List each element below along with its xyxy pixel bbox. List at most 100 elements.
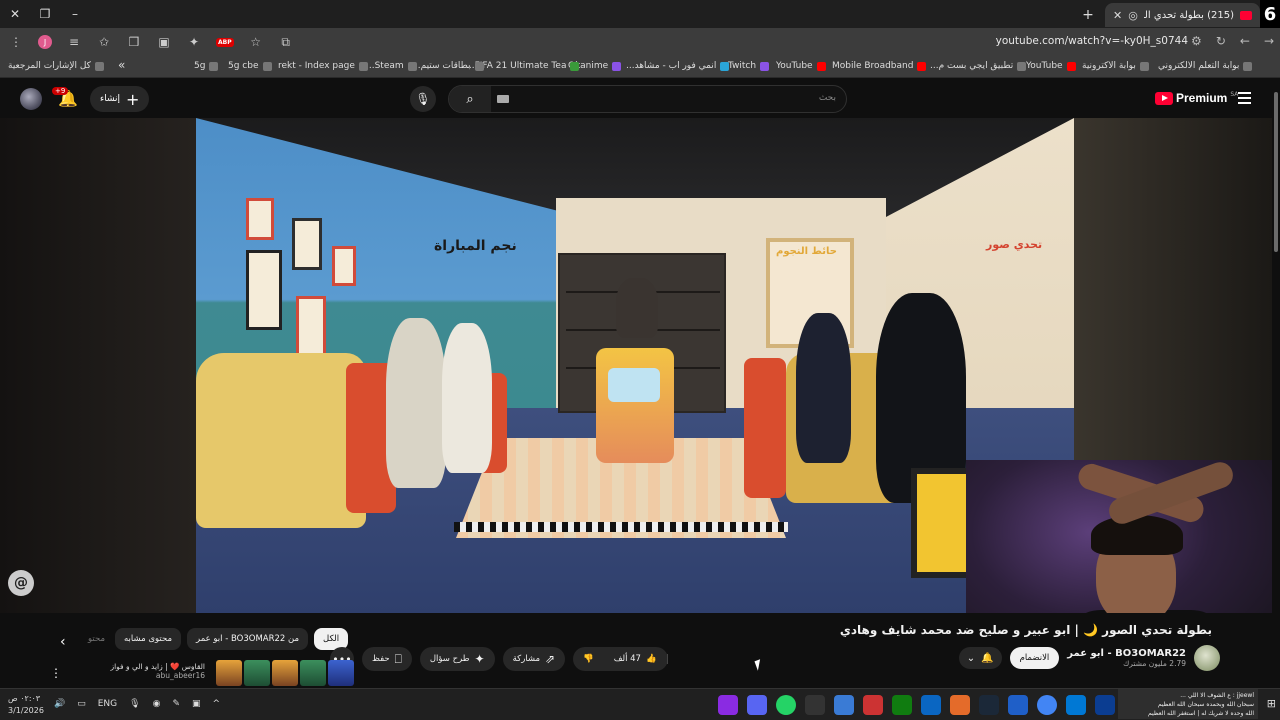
profile-extension-icon[interactable]: J [38, 35, 52, 49]
share-button[interactable]: ⇗ مشاركة [502, 647, 566, 671]
chips-prev-arrow-icon[interactable]: ‹ [60, 634, 66, 650]
app-icon[interactable] [718, 695, 738, 715]
create-button[interactable]: إنشاء + [90, 86, 150, 112]
plus-icon: + [126, 89, 140, 109]
keyboard-icon[interactable] [497, 95, 509, 103]
channel-name[interactable]: BO3OMAR22 - ابو عمر [1067, 648, 1186, 659]
discord-icon[interactable] [747, 695, 767, 715]
bookmark-item[interactable]: تطبيق ايجي بست م... [930, 61, 1027, 71]
new-tab-button[interactable]: + [1077, 7, 1099, 23]
language-indicator[interactable]: ENG [98, 699, 117, 709]
bookmark-icon [720, 61, 730, 71]
bookmark-star-icon[interactable]: ☆ [248, 35, 264, 49]
whatsapp-icon[interactable] [776, 695, 796, 715]
bookmark-item[interactable]: rekt - Index page [278, 61, 368, 71]
app-icon[interactable] [863, 695, 883, 715]
menu-kebab-icon[interactable]: ⋮ [8, 35, 24, 49]
chevron-down-icon: ⌄ [966, 652, 976, 664]
playlist-thumbnail[interactable] [300, 660, 326, 686]
bookmark-item[interactable]: انمي فور اب - مشاهد... [626, 61, 730, 71]
volume-icon[interactable]: 🔊 [54, 699, 65, 709]
dislike-button[interactable]: 👎 [573, 654, 604, 664]
extensions-icon[interactable]: ❒ [126, 35, 142, 49]
guide-menu-icon[interactable] [1238, 92, 1251, 107]
bookmark-item[interactable]: Steam... [366, 61, 417, 71]
search-input[interactable]: بحث [819, 93, 836, 103]
reading-list-icon[interactable]: ≡ [66, 35, 82, 49]
channel-avatar[interactable] [1194, 645, 1220, 671]
page-scrollbar[interactable] [1272, 80, 1280, 680]
account-avatar[interactable] [20, 88, 42, 110]
bookmark-item[interactable]: YouTube [776, 61, 826, 71]
save-button[interactable]: ⎕ حفظ [362, 647, 412, 671]
back-icon[interactable]: → [1264, 34, 1274, 48]
record-icon[interactable]: ◉ [153, 699, 161, 709]
chip-similar[interactable]: محتوى مشابه [115, 628, 181, 650]
tray-overflow-chevron-icon[interactable]: ^ [213, 699, 221, 709]
voice-search-mic-icon[interactable]: 🎙 [410, 86, 436, 112]
cast-icon[interactable]: ⧉ [278, 35, 294, 50]
scrollbar-thumb[interactable] [1274, 92, 1278, 252]
microphone-icon[interactable]: 🎙 [129, 699, 140, 709]
bookmark-item[interactable]: 5g [194, 61, 219, 71]
start-search-icon[interactable]: ⊞ [1267, 697, 1276, 710]
video-player[interactable]: نجم المباراة حائط النجوم تحدي صور [0, 118, 1272, 613]
chip-more[interactable]: محتو [84, 628, 109, 650]
xbox-icon[interactable] [892, 695, 912, 715]
like-button[interactable]: 👍 47 ألف [604, 654, 668, 664]
bookmark-item[interactable]: YouTube [1026, 61, 1076, 71]
wall-poster [246, 198, 274, 240]
youtube-premium-logo[interactable]: Premium SA [1155, 91, 1238, 105]
playlist-thumbnail[interactable] [272, 660, 298, 686]
search-box[interactable]: ⌕ بحث [448, 85, 847, 113]
steam-icon[interactable] [979, 695, 999, 715]
subscribed-button[interactable]: 🔔 ⌄ [958, 647, 1002, 669]
bookmark-item[interactable]: 5g cbe [228, 61, 272, 71]
bookmark-item[interactable]: بوابة التعلم الالكتروني [1158, 61, 1253, 71]
channel-watermark-icon[interactable]: @ [8, 570, 34, 596]
playlist-thumbnail[interactable] [216, 660, 242, 686]
favorites-icon[interactable]: ✩ [96, 35, 112, 49]
app-icon[interactable] [1008, 695, 1028, 715]
bookmark-item[interactable]: بطاقات ستيم... [412, 61, 484, 71]
active-tab[interactable]: (215) بطولة تحدي الصور 🌙 ◎ ✕ [1105, 3, 1260, 27]
join-button[interactable]: الانضمام [1009, 647, 1060, 669]
playlist-thumbnails[interactable] [216, 660, 354, 686]
app-icon[interactable] [805, 695, 825, 715]
bookmark-item[interactable]: Mobile Broadband [832, 61, 927, 71]
app-icon[interactable] [921, 695, 941, 715]
all-bookmarks-folder[interactable]: كل الإشارات المرجعية [8, 61, 104, 71]
audio-icon[interactable]: ◎ [1128, 9, 1138, 22]
bookmark-item[interactable]: بوابة الاكترونية [1082, 61, 1149, 71]
playlist-thumbnail[interactable] [244, 660, 270, 686]
search-icon[interactable]: ⌕ [449, 86, 491, 112]
app-icon[interactable] [950, 695, 970, 715]
adblock-extension-icon[interactable]: ABP [216, 37, 234, 47]
pen-icon[interactable]: ✎ [172, 699, 180, 709]
minimize-window-icon[interactable]: – [60, 0, 90, 28]
tray-app-icon[interactable]: ▣ [192, 699, 201, 709]
edge-icon[interactable] [1095, 695, 1115, 715]
reload-icon[interactable]: ↻ [1216, 34, 1226, 48]
bookmark-item[interactable]: Twitch [728, 61, 770, 71]
clock[interactable]: ٠٢:٠٣ ص 3/1/2026 [8, 693, 44, 717]
ask-button[interactable]: ✦ طرح سؤال [419, 647, 495, 671]
chrome-icon[interactable] [1037, 695, 1057, 715]
network-icon[interactable]: ▭ [77, 699, 86, 709]
url-field[interactable]: youtube.com/watch?v=-ky0H_s0744 [996, 35, 1188, 47]
restore-window-icon[interactable]: ❐ [30, 0, 60, 28]
app-icon[interactable] [834, 695, 854, 715]
playlist-thumbnail[interactable] [328, 660, 354, 686]
vpn-extension-icon[interactable]: ✦ [186, 35, 202, 49]
menu-kebab-icon[interactable]: ⋮ [50, 666, 62, 680]
outlook-icon[interactable] [1066, 695, 1086, 715]
site-settings-icon[interactable]: ⚙ [1191, 34, 1202, 48]
screenshot-extension-icon[interactable]: ▣ [156, 35, 172, 49]
playlist-meta[interactable]: القاوس ❤️ | زايد و الي و فواز abu_abeer1… [105, 662, 205, 680]
wall-poster [296, 296, 326, 356]
tab-close-icon[interactable]: ✕ [1113, 9, 1122, 22]
close-window-icon[interactable]: ✕ [0, 0, 30, 28]
chip-from-channel[interactable]: من BO3OMAR22 - ابو عمر [187, 628, 309, 650]
forward-icon[interactable]: ← [1240, 34, 1250, 48]
bookmarks-overflow-button[interactable]: » [118, 58, 125, 72]
